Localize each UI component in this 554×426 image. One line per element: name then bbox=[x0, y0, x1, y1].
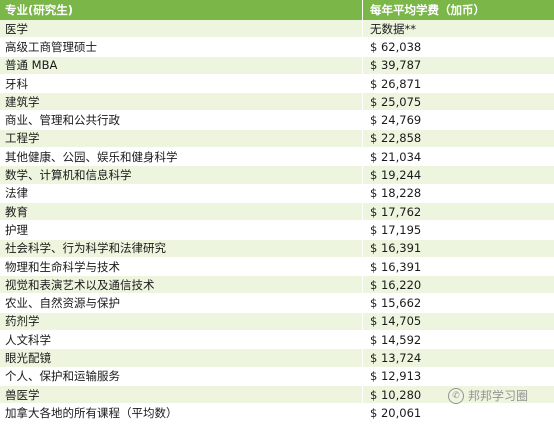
fee-cell: $ 17,195 bbox=[370, 222, 422, 237]
major-cell: 物理和生命科学与技术 bbox=[5, 259, 120, 274]
table-row: 牙科 $ 26,871 bbox=[0, 74, 554, 94]
header-major: 专业(研究生) bbox=[5, 3, 74, 17]
fee-cell: $ 15,662 bbox=[370, 296, 422, 311]
major-cell: 兽医学 bbox=[5, 387, 40, 402]
fee-cell: $ 26,871 bbox=[370, 76, 422, 91]
fee-cell: $ 21,034 bbox=[370, 149, 422, 164]
table-row: 社会科学、行为科学和法律研究 $ 16,391 bbox=[0, 239, 554, 258]
major-cell: 法律 bbox=[5, 186, 28, 201]
fee-cell: $ 25,075 bbox=[370, 94, 422, 109]
major-cell: 个人、保护和运输服务 bbox=[5, 369, 120, 384]
table-body: 医学 无数据** 高级工商管理硕士 $ 62,038 普通 MBA $ 39,787 牙科 $… bbox=[0, 20, 554, 423]
major-cell: 眼光配镜 bbox=[5, 350, 51, 365]
table-row: 视觉和表演艺术以及通信技术 $ 16,220 bbox=[0, 276, 554, 295]
major-cell: 加拿大各地的所有课程（平均数） bbox=[5, 405, 178, 420]
fee-cell: $ 22,858 bbox=[370, 131, 422, 146]
fee-cell: $ 14,705 bbox=[370, 314, 422, 329]
fee-cell: $ 20,061 bbox=[370, 405, 422, 420]
watermark: ✆ 邦邦学习圈 bbox=[447, 387, 528, 404]
table-row: 教育 $ 17,762 bbox=[0, 202, 554, 222]
table-header: 专业(研究生) 每年平均学费（加币） bbox=[0, 0, 554, 20]
table-row: 其他健康、公园、娱乐和健身科学 $ 21,034 bbox=[0, 148, 554, 167]
tuition-table: 专业(研究生) 每年平均学费（加币） 医学 无数据** 高级工商管理硕士 $ 62,0… bbox=[0, 0, 554, 423]
table-row: 数学、计算机和信息科学 $ 19,244 bbox=[0, 166, 554, 185]
fee-cell: $ 18,228 bbox=[370, 186, 422, 201]
major-cell: 护理 bbox=[5, 222, 28, 237]
table-row: 商业、管理和公共行政 $ 24,769 bbox=[0, 111, 554, 130]
fee-cell: $ 16,391 bbox=[370, 259, 422, 274]
major-cell: 社会科学、行为科学和法律研究 bbox=[5, 241, 166, 256]
major-cell: 牙科 bbox=[5, 76, 28, 91]
fee-cell: $ 24,769 bbox=[370, 113, 422, 128]
major-cell: 视觉和表演艺术以及通信技术 bbox=[5, 277, 155, 292]
table-row: 高级工商管理硕士 $ 62,038 bbox=[0, 38, 554, 57]
major-cell: 工程学 bbox=[5, 131, 40, 146]
fee-cell: $ 13,724 bbox=[370, 350, 422, 365]
table-row: 法律 $ 18,228 bbox=[0, 184, 554, 203]
major-cell: 建筑学 bbox=[5, 94, 40, 109]
column-divider bbox=[362, 0, 363, 422]
fee-cell: $ 16,391 bbox=[370, 241, 422, 256]
fee-cell: $ 12,913 bbox=[370, 369, 422, 384]
fee-cell: 无数据** bbox=[370, 21, 416, 36]
major-cell: 医学 bbox=[5, 21, 28, 36]
header-fee: 每年平均学费（加币） bbox=[370, 3, 485, 17]
table-row: 个人、保护和运输服务 $ 12,913 bbox=[0, 367, 554, 386]
table-row: 医学 无数据** bbox=[0, 20, 554, 39]
table-row: 工程学 $ 22,858 bbox=[0, 129, 554, 149]
fee-cell: $ 39,787 bbox=[370, 58, 422, 73]
major-cell: 高级工商管理硕士 bbox=[5, 39, 97, 54]
major-cell: 其他健康、公园、娱乐和健身科学 bbox=[5, 149, 178, 164]
table-row: 眼光配镜 $ 13,724 bbox=[0, 349, 554, 368]
major-cell: 数学、计算机和信息科学 bbox=[5, 168, 132, 183]
table-row: 普通 MBA $ 39,787 bbox=[0, 56, 554, 75]
major-cell: 农业、自然资源与保护 bbox=[5, 296, 120, 311]
major-cell: 普通 MBA bbox=[5, 58, 58, 73]
table-row: 物理和生命科学与技术 $ 16,391 bbox=[0, 257, 554, 277]
fee-cell: $ 14,592 bbox=[370, 332, 422, 347]
major-cell: 商业、管理和公共行政 bbox=[5, 113, 120, 128]
major-cell: 药剂学 bbox=[5, 314, 40, 329]
table-row: 药剂学 $ 14,705 bbox=[0, 312, 554, 332]
table-row: 农业、自然资源与保护 $ 15,662 bbox=[0, 294, 554, 313]
fee-cell: $ 62,038 bbox=[370, 39, 422, 54]
table-row: 人文科学 $ 14,592 bbox=[0, 331, 554, 350]
fee-cell: $ 19,244 bbox=[370, 168, 422, 183]
table-row: 建筑学 $ 25,075 bbox=[0, 93, 554, 112]
fee-cell: $ 17,762 bbox=[370, 204, 422, 219]
fee-cell: $ 16,220 bbox=[370, 277, 422, 292]
major-cell: 人文科学 bbox=[5, 332, 51, 347]
wechat-icon: ✆ bbox=[447, 387, 464, 404]
watermark-text: 邦邦学习圈 bbox=[467, 389, 528, 403]
table-row: 护理 $ 17,195 bbox=[0, 221, 554, 240]
table-row: 加拿大各地的所有课程（平均数） $ 20,061 bbox=[0, 404, 554, 423]
major-cell: 教育 bbox=[5, 204, 28, 219]
